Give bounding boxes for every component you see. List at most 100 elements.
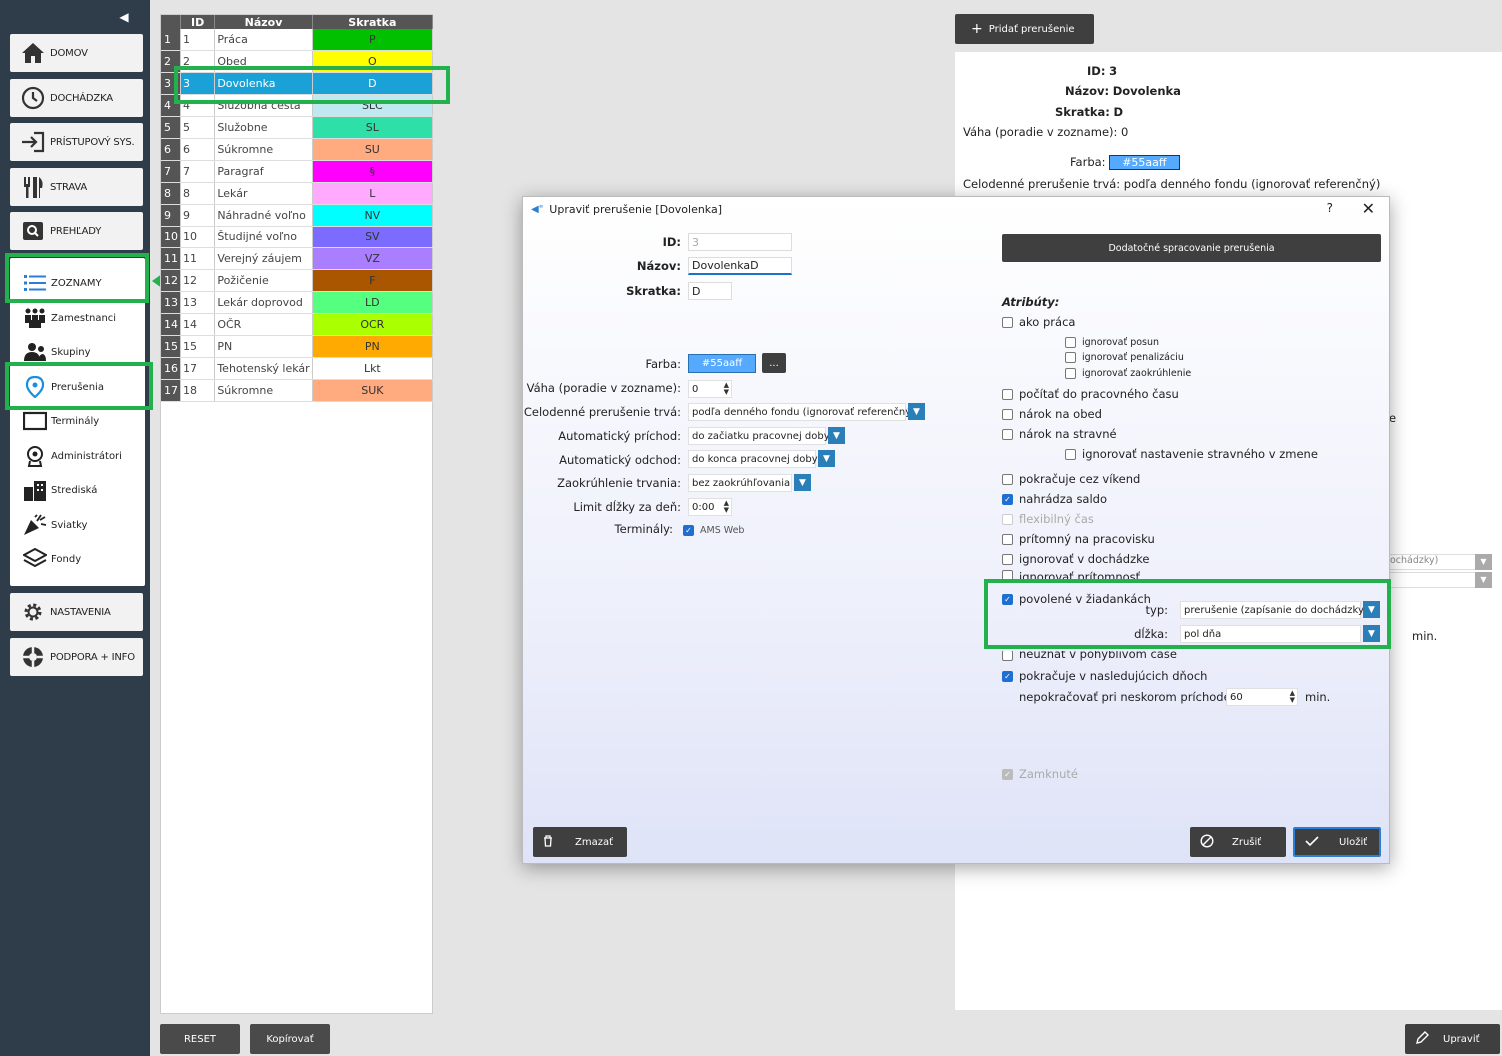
checkbox-checked-icon[interactable]: ✓: [1002, 670, 1013, 682]
table-row[interactable]: 11 11 Verejný záujem VZ: [161, 247, 434, 271]
close-icon[interactable]: ✕: [1362, 199, 1375, 218]
plus-icon: +: [971, 21, 983, 37]
checkbox-icon[interactable]: [1002, 388, 1013, 400]
spin-arrows-icon[interactable]: ▲ ▼: [1290, 690, 1295, 704]
limit-spinbox[interactable]: 0:00 ▲ ▼: [688, 498, 732, 516]
chevron-down-icon[interactable]: ▼: [828, 427, 845, 444]
checkbox-icon[interactable]: [1065, 352, 1076, 363]
nav-nastavenia[interactable]: NASTAVENIA: [10, 593, 143, 631]
terminals-label: Terminály:: [614, 522, 673, 536]
chevron-down-icon[interactable]: ▼: [794, 474, 811, 491]
extra-processing-button[interactable]: Dodatočné spracovanie prerušenia: [1002, 234, 1381, 262]
checkbox-icon[interactable]: [1065, 448, 1076, 460]
cell-abbr: SU: [312, 138, 434, 161]
attr-ign-strav[interactable]: ignorovať nastavenie stravného v zmene: [1065, 447, 1318, 461]
abbr-field[interactable]: [688, 282, 732, 300]
table-row[interactable]: 1 1 Práca P: [161, 29, 434, 52]
fullday-select[interactable]: podľa denného fondu (ignorovať referenčn…: [688, 403, 925, 421]
table-row[interactable]: 15 15 PN PN: [161, 335, 434, 358]
header-abbr[interactable]: Skratka: [312, 15, 434, 29]
attr-ign-posun[interactable]: ignorovať posun: [1065, 337, 1159, 348]
checkbox-icon[interactable]: [1002, 533, 1013, 545]
nav-pristupovy-sys[interactable]: PRÍSTUPOVÝ SYS.: [10, 123, 143, 161]
attr-stravne[interactable]: nárok na stravné: [1002, 427, 1117, 441]
table-row[interactable]: 10 10 Študijné voľno SV: [161, 226, 434, 249]
checkbox-icon[interactable]: [1065, 368, 1076, 379]
sidebar-item-strediska[interactable]: Strediská: [10, 473, 145, 507]
reset-button[interactable]: RESET: [160, 1024, 240, 1054]
add-interruption-button[interactable]: + Pridať prerušenie: [955, 14, 1094, 44]
checkbox-icon[interactable]: [1065, 337, 1076, 348]
chevron-down-icon[interactable]: ▼: [908, 403, 925, 420]
table-row[interactable]: 16 17 Tehotenský lekár Lkt: [161, 357, 434, 380]
attr-label: ignorovať zaokrúhlenie: [1082, 368, 1192, 379]
delete-button[interactable]: Zmazať: [533, 827, 627, 857]
edit-button[interactable]: Upraviť: [1405, 1024, 1500, 1054]
header-id[interactable]: ID: [180, 15, 216, 29]
color-swatch[interactable]: #55aaff: [688, 354, 756, 373]
save-button[interactable]: Uložiť: [1293, 827, 1381, 857]
color-picker-button[interactable]: ...: [762, 353, 786, 373]
checkbox-checked-icon[interactable]: ✓: [683, 525, 694, 536]
checkbox-icon[interactable]: [1002, 428, 1013, 440]
table-row[interactable]: 7 7 Paragraf §: [161, 160, 434, 183]
nepokr-spinbox[interactable]: 60 ▲ ▼: [1226, 688, 1298, 706]
attr-ign-zaokr[interactable]: ignorovať zaokrúhlenie: [1065, 368, 1191, 379]
checkbox-icon[interactable]: [1002, 473, 1013, 485]
delete-button-label: Zmazať: [575, 836, 614, 848]
cell-id: 8: [180, 182, 216, 205]
attr-nasl-dni[interactable]: ✓ pokračuje v nasledujúcich dňoch: [1002, 669, 1207, 683]
table-row[interactable]: 9 9 Náhradné voľno NV: [161, 204, 434, 227]
attr-neuznat[interactable]: neuznať v pohyblivom čase: [1002, 651, 1177, 661]
sidebar-item-sviatky[interactable]: Sviatky: [10, 508, 145, 542]
checkbox-icon[interactable]: [1002, 553, 1013, 565]
attr-vikend[interactable]: pokračuje cez víkend: [1002, 472, 1140, 486]
auto-in-select[interactable]: do začiatku pracovnej doby ▼: [688, 427, 845, 445]
cell-abbr: LD: [312, 291, 434, 315]
cancel-button[interactable]: Zrušiť: [1190, 827, 1286, 857]
chevron-down-icon[interactable]: ▼: [818, 450, 835, 467]
collapse-sidebar-icon[interactable]: ◀: [117, 10, 131, 24]
attr-pocitat[interactable]: počítať do pracovného času: [1002, 387, 1179, 401]
attr-obed[interactable]: nárok na obed: [1002, 407, 1102, 421]
sidebar-item-administratori[interactable]: Administrátori: [10, 439, 145, 473]
sidebar-item-zamestnanci[interactable]: Zamestnanci: [10, 301, 145, 335]
nav-podpora-info[interactable]: PODPORA + INFO: [10, 638, 143, 676]
detail-weight-label: Váha (poradie v zozname):: [963, 125, 1118, 139]
table-row[interactable]: 5 5 Služobne SL: [161, 116, 434, 139]
add-button-label: Pridať prerušenie: [988, 23, 1075, 35]
spin-arrows-icon[interactable]: ▲ ▼: [724, 500, 729, 514]
nav-strava[interactable]: STRAVA: [10, 168, 143, 206]
weight-spinbox[interactable]: 0 ▲ ▼: [688, 380, 732, 398]
rounding-select[interactable]: bez zaokrúhľovania ▼: [688, 474, 811, 492]
table-row[interactable]: 8 8 Lekár L: [161, 182, 434, 205]
table-row[interactable]: 17 18 Súkromne SUK: [161, 379, 434, 402]
table-row[interactable]: 12 12 Požičenie F: [161, 269, 434, 293]
terminal-ams-web[interactable]: ✓ AMS Web: [683, 525, 744, 536]
spin-arrows-icon[interactable]: ▲ ▼: [724, 382, 729, 396]
checkbox-icon[interactable]: [1002, 570, 1013, 579]
name-field[interactable]: [688, 257, 792, 275]
attr-ign-doch[interactable]: ignorovať v dochádzke: [1002, 552, 1149, 566]
auto-out-select[interactable]: do konca pracovnej doby ▼: [688, 450, 835, 468]
attr-saldo[interactable]: ✓ nahrádza saldo: [1002, 492, 1107, 506]
help-button[interactable]: ?: [1327, 201, 1333, 215]
id-label: ID:: [662, 235, 681, 249]
sidebar-item-fondy[interactable]: Fondy: [10, 542, 145, 576]
table-row[interactable]: 6 6 Súkromne SU: [161, 138, 434, 161]
copy-button[interactable]: Kopírovať: [250, 1024, 330, 1054]
nav-domov[interactable]: DOMOV: [10, 34, 143, 72]
checkbox-icon[interactable]: [1002, 408, 1013, 420]
checkbox-checked-icon[interactable]: ✓: [1002, 493, 1013, 505]
table-row[interactable]: 14 14 OČR OCR: [161, 313, 434, 336]
attr-ign-prit[interactable]: ignorovať prítomnosť: [1002, 570, 1140, 579]
attr-ako-praca[interactable]: ako práca: [1002, 315, 1075, 329]
checkbox-icon[interactable]: [1002, 651, 1013, 661]
table-row[interactable]: 13 13 Lekár doprovod LD: [161, 291, 434, 315]
checkbox-icon[interactable]: [1002, 316, 1013, 328]
attr-pritomny[interactable]: prítomný na pracovisku: [1002, 532, 1155, 546]
nav-prehlady[interactable]: PREHĽADY: [10, 212, 143, 250]
nav-dochadzka[interactable]: DOCHÁDZKA: [10, 79, 143, 117]
header-name[interactable]: Názov: [214, 15, 313, 29]
attr-ign-penal[interactable]: ignorovať penalizáciu: [1065, 352, 1184, 363]
